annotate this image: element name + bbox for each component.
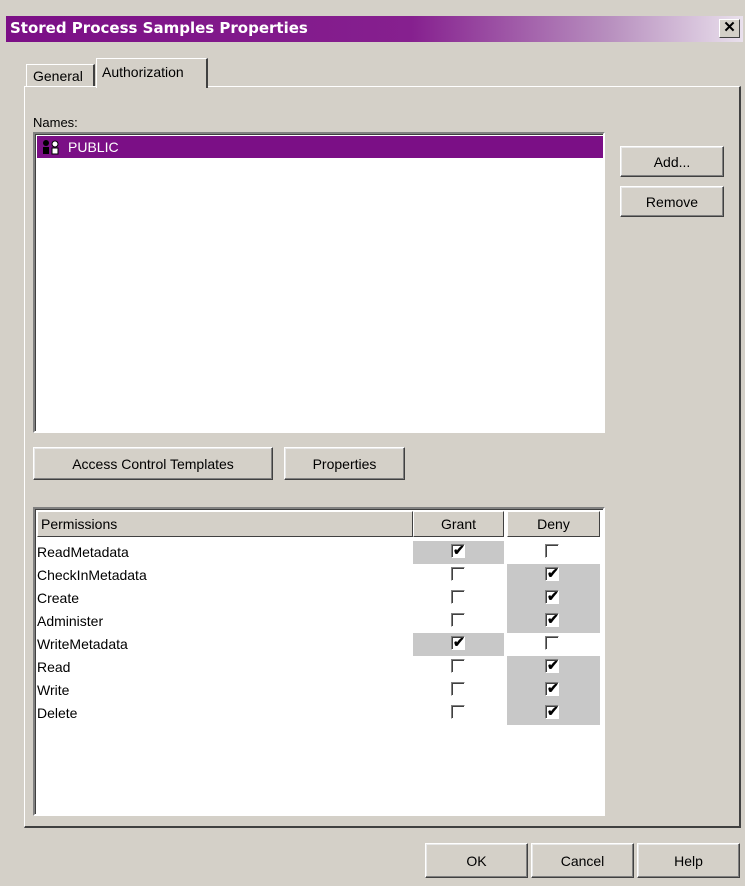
deny-cell: ✔: [507, 656, 600, 679]
permissions-column-header[interactable]: Permissions: [37, 511, 413, 537]
ok-button[interactable]: OK: [425, 843, 528, 878]
permission-row: Create ✔: [35, 587, 605, 610]
help-button[interactable]: Help: [637, 843, 740, 878]
tab-authorization[interactable]: Authorization: [96, 58, 208, 88]
check-icon: ✔: [547, 657, 559, 673]
deny-checkbox[interactable]: ✔: [545, 703, 559, 719]
access-control-templates-button[interactable]: Access Control Templates: [33, 447, 273, 480]
properties-button-label: Properties: [312, 455, 377, 472]
permission-name: CheckInMetadata: [37, 567, 147, 583]
remove-button[interactable]: Remove: [620, 186, 724, 217]
remove-button-label: Remove: [645, 193, 699, 210]
permission-row: ReadMetadata ✔: [35, 541, 605, 564]
grant-checkbox[interactable]: [451, 613, 465, 627]
window-title: Stored Process Samples Properties: [10, 19, 308, 37]
tab-general[interactable]: General: [26, 64, 95, 86]
deny-checkbox[interactable]: ✔: [545, 588, 559, 604]
check-icon: ✔: [547, 703, 559, 719]
permission-name: Delete: [37, 705, 78, 721]
permission-row: WriteMetadata ✔: [35, 633, 605, 656]
tab-authorization-label: Authorization: [102, 64, 184, 80]
permission-name: Create: [37, 590, 80, 606]
grant-cell: [413, 587, 504, 610]
permission-row: Read ✔: [35, 656, 605, 679]
grant-checkbox[interactable]: [451, 659, 465, 673]
grant-checkbox[interactable]: [451, 590, 465, 604]
check-icon: ✔: [547, 611, 559, 627]
deny-column-header[interactable]: Deny: [507, 511, 600, 537]
check-icon: ✔: [453, 542, 465, 558]
deny-checkbox[interactable]: ✔: [545, 565, 559, 581]
check-icon: ✔: [547, 588, 559, 604]
deny-checkbox[interactable]: [545, 544, 559, 558]
close-button[interactable]: ✕: [719, 19, 740, 38]
grant-checkbox[interactable]: ✔: [451, 634, 465, 650]
deny-checkbox[interactable]: [545, 636, 559, 650]
properties-button[interactable]: Properties: [284, 447, 405, 480]
add-button-label: Add...: [653, 153, 691, 170]
grant-column-header[interactable]: Grant: [413, 511, 504, 537]
deny-checkbox[interactable]: ✔: [545, 611, 559, 627]
permission-name: Read: [37, 659, 71, 675]
deny-checkbox[interactable]: ✔: [545, 657, 559, 673]
deny-cell: ✔: [507, 587, 600, 610]
grant-cell: [413, 656, 504, 679]
access-control-templates-label: Access Control Templates: [72, 455, 234, 472]
ok-button-label: OK: [466, 852, 487, 869]
deny-cell: ✔: [507, 702, 600, 725]
permission-row: Delete ✔: [35, 702, 605, 725]
cancel-button-label: Cancel: [560, 852, 605, 869]
permission-row: Administer ✔: [35, 610, 605, 633]
names-list[interactable]: PUBLIC: [33, 132, 605, 433]
permission-row: Write ✔: [35, 679, 605, 702]
permission-row: CheckInMetadata ✔: [35, 564, 605, 587]
deny-cell: ✔: [507, 679, 600, 702]
grant-checkbox[interactable]: [451, 705, 465, 719]
group-icon: [41, 139, 63, 158]
deny-cell: [507, 633, 600, 656]
grant-cell: [413, 610, 504, 633]
grant-cell: ✔: [413, 541, 504, 564]
add-button[interactable]: Add...: [620, 146, 724, 177]
grant-checkbox[interactable]: [451, 567, 465, 581]
check-icon: ✔: [453, 634, 465, 650]
deny-checkbox[interactable]: ✔: [545, 680, 559, 696]
permission-name: Administer: [37, 613, 104, 629]
grant-checkbox[interactable]: ✔: [451, 542, 465, 558]
check-icon: ✔: [547, 565, 559, 581]
grant-cell: ✔: [413, 633, 504, 656]
permissions-table: Permissions Grant Deny ReadMetadata ✔ Chec…: [33, 507, 605, 816]
list-item[interactable]: PUBLIC: [37, 136, 603, 158]
tab-general-label: General: [33, 68, 83, 84]
deny-cell: ✔: [507, 610, 600, 633]
grant-cell: [413, 679, 504, 702]
permission-name: ReadMetadata: [37, 544, 129, 560]
cancel-button[interactable]: Cancel: [531, 843, 634, 878]
deny-cell: ✔: [507, 564, 600, 587]
deny-cell: [507, 541, 600, 564]
grant-cell: [413, 702, 504, 725]
check-icon: ✔: [547, 680, 559, 696]
help-button-label: Help: [674, 852, 703, 869]
title-bar: Stored Process Samples Properties ✕: [6, 16, 743, 42]
list-item-label: PUBLIC: [68, 139, 119, 155]
close-icon: ✕: [723, 19, 736, 36]
grant-checkbox[interactable]: [451, 682, 465, 696]
grant-cell: [413, 564, 504, 587]
permission-name: Write: [37, 682, 70, 698]
permission-name: WriteMetadata: [37, 636, 128, 652]
names-label: Names:: [33, 115, 78, 130]
